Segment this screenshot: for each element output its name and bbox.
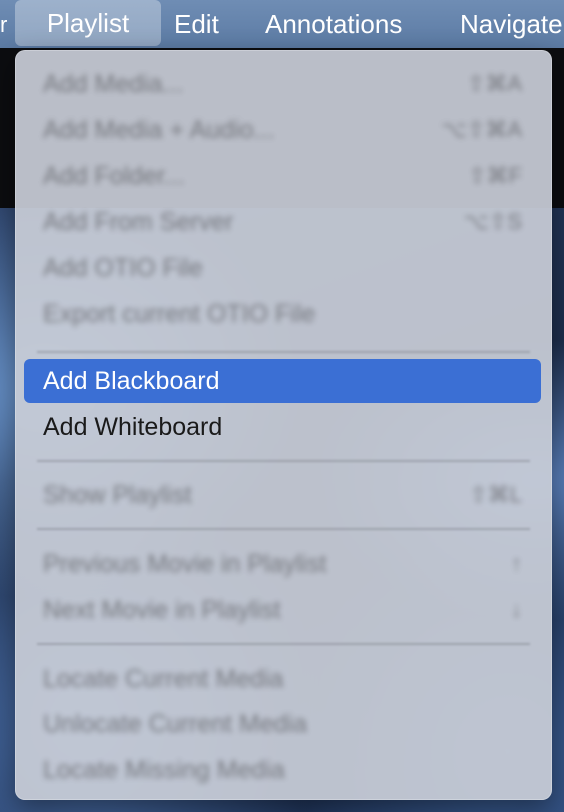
menu-item-export-otio-file[interactable]: Export current OTIO File xyxy=(24,292,541,336)
menu-item-shortcut: ↓ xyxy=(511,597,522,622)
menu-item-add-from-server[interactable]: Add From Server ⌥⇧S xyxy=(24,200,541,244)
menu-item-add-otio-file[interactable]: Add OTIO File xyxy=(24,246,541,290)
menu-item-label: Next Movie in Playlist xyxy=(43,596,281,624)
menu-item-locate-missing-media[interactable]: Locate Missing Media xyxy=(24,748,541,792)
menu-item-add-media[interactable]: Add Media... ⇧⌘A xyxy=(24,62,541,106)
menu-playlist[interactable]: Playlist xyxy=(15,0,161,46)
menu-item-shortcut: ⇧⌘L xyxy=(469,482,522,507)
menu-item-add-whiteboard[interactable]: Add Whiteboard xyxy=(24,405,541,449)
menu-item-label: Add Whiteboard xyxy=(43,413,223,441)
menu-title-partial[interactable]: r xyxy=(0,12,7,38)
menu-item-label: Locate Missing Media xyxy=(43,756,285,784)
menu-edit[interactable]: Edit xyxy=(174,0,219,48)
menu-separator xyxy=(37,351,530,353)
menu-item-label: Add Blackboard xyxy=(43,367,220,395)
menu-navigate[interactable]: Navigate xyxy=(460,0,563,48)
menu-item-shortcut: ⌥⇧⌘A xyxy=(441,117,522,142)
menu-bar-left-edge: r xyxy=(0,0,10,48)
menu-item-show-playlist[interactable]: Show Playlist ⇧⌘L xyxy=(24,473,541,517)
menu-item-add-folder[interactable]: Add Folder... ⇧⌘F xyxy=(24,154,541,198)
menu-item-label: Add Folder... xyxy=(43,162,185,190)
menu-item-add-blackboard[interactable]: Add Blackboard xyxy=(24,359,541,403)
menu-item-label: Add Media... xyxy=(43,70,184,98)
menu-item-add-media-audio[interactable]: Add Media + Audio... ⌥⇧⌘A xyxy=(24,108,541,152)
menu-item-label: Previous Movie in Playlist xyxy=(43,550,327,578)
menu-separator xyxy=(37,643,530,645)
menu-item-locate-current-media[interactable]: Locate Current Media xyxy=(24,657,541,701)
menu-item-label: Export current OTIO File xyxy=(43,300,316,328)
menu-item-label: Add OTIO File xyxy=(43,254,203,282)
menu-separator xyxy=(37,460,530,462)
menu-annotations[interactable]: Annotations xyxy=(265,0,402,48)
menu-item-shortcut: ⇧⌘F xyxy=(468,163,522,188)
playlist-dropdown-menu: Add Media... ⇧⌘A Add Media + Audio... ⌥⇧… xyxy=(15,50,552,800)
menu-item-previous-movie[interactable]: Previous Movie in Playlist ↑ xyxy=(24,542,541,586)
menu-item-shortcut: ⇧⌘A xyxy=(466,71,522,96)
menu-item-label: Add Media + Audio... xyxy=(43,116,275,144)
menu-item-unlocate-current-media[interactable]: Unlocate Current Media xyxy=(24,702,541,746)
menu-item-shortcut: ↑ xyxy=(511,551,522,576)
menu-item-label: Show Playlist xyxy=(43,481,192,509)
menu-item-label: Locate Current Media xyxy=(43,665,284,693)
menu-item-next-movie[interactable]: Next Movie in Playlist ↓ xyxy=(24,588,541,632)
menu-item-shortcut: ⌥⇧S xyxy=(463,209,522,234)
menu-item-label: Add From Server xyxy=(43,208,234,236)
menu-item-label: Unlocate Current Media xyxy=(43,710,308,738)
menu-bar: r Playlist Edit Annotations Navigate xyxy=(0,0,564,48)
menu-separator xyxy=(37,528,530,530)
